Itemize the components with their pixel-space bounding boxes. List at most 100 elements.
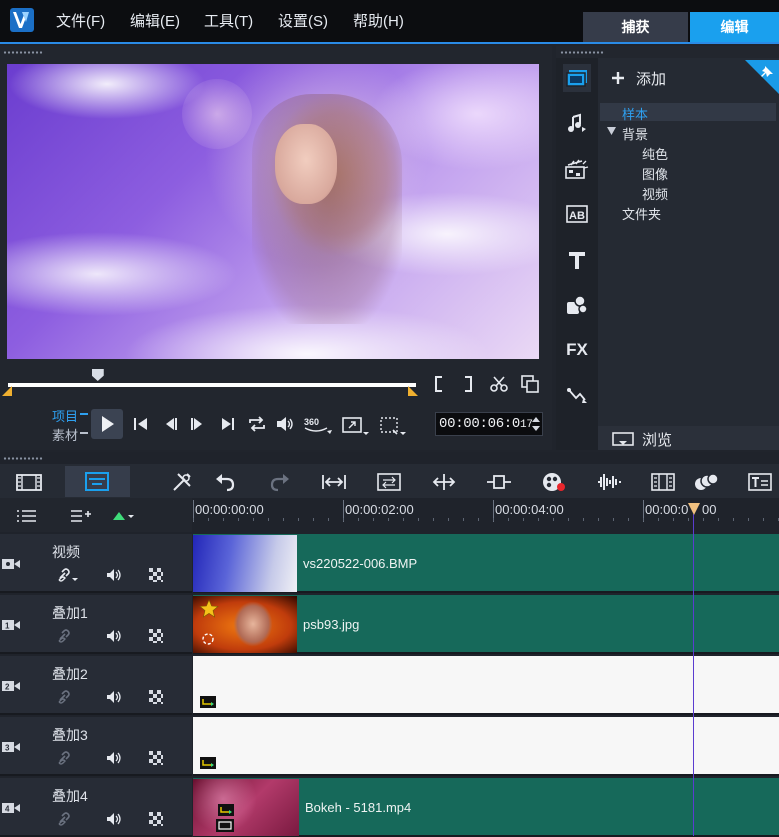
timeline-playhead[interactable] xyxy=(693,514,694,836)
transparency-icon[interactable] xyxy=(149,690,163,704)
play-button[interactable] xyxy=(91,409,123,439)
transparency-icon[interactable] xyxy=(149,812,163,826)
volume-icon[interactable] xyxy=(106,812,122,826)
mark-out-icon[interactable] xyxy=(462,376,474,392)
chapter-button[interactable] xyxy=(649,470,677,494)
svg-text:3: 3 xyxy=(5,744,10,753)
svg-text:1: 1 xyxy=(5,622,10,631)
transparency-icon[interactable] xyxy=(149,629,163,643)
storyboard-view-button[interactable] xyxy=(10,468,48,496)
mark-in-icon[interactable] xyxy=(433,376,445,392)
timeline-view-button[interactable] xyxy=(65,466,130,497)
track-header-overlay4[interactable]: 4 叠加4 xyxy=(0,778,192,837)
menu-tools[interactable]: 工具(T) xyxy=(204,10,253,31)
text-icon[interactable] xyxy=(563,246,591,274)
tab-capture[interactable]: 捕获 xyxy=(583,12,688,42)
menu-settings[interactable]: 设置(S) xyxy=(278,10,328,31)
tree-item-sample[interactable]: 样本 xyxy=(622,104,648,123)
transparency-icon[interactable] xyxy=(149,568,163,582)
music-icon[interactable] xyxy=(563,110,591,138)
path-icon[interactable] xyxy=(563,382,591,410)
volume-icon[interactable] xyxy=(106,629,122,643)
volume-icon[interactable] xyxy=(106,690,122,704)
link-icon[interactable] xyxy=(57,629,79,643)
transition-icon[interactable] xyxy=(563,155,591,183)
timecode-spin-icon[interactable] xyxy=(531,416,541,432)
timecode-value: 00:00:06:0 xyxy=(439,416,521,432)
menu-edit[interactable]: 编辑(E) xyxy=(130,10,180,31)
tree-collapse-icon[interactable] xyxy=(607,127,616,135)
redo-button[interactable] xyxy=(266,470,294,494)
repeat-icon[interactable] xyxy=(247,415,267,433)
link-icon[interactable] xyxy=(57,568,79,582)
crop-icon[interactable] xyxy=(380,417,408,437)
subtitle-button[interactable] xyxy=(746,470,774,494)
menu-help[interactable]: 帮助(H) xyxy=(353,10,404,31)
add-button[interactable]: 添加 xyxy=(610,66,666,90)
media-icon[interactable] xyxy=(563,64,591,92)
tree-item-solid-color[interactable]: 纯色 xyxy=(642,144,668,163)
tree-item-background[interactable]: 背景 xyxy=(622,124,648,143)
timecode-display[interactable]: 00:00:06:017 xyxy=(435,412,543,436)
preview-window[interactable] xyxy=(7,64,539,359)
track-header-overlay2[interactable]: 2 叠加2 xyxy=(0,656,192,715)
volume-icon[interactable] xyxy=(106,568,122,582)
track-lane-overlay2[interactable] xyxy=(193,656,779,715)
track-lane-video[interactable]: vs220522-006.BMP xyxy=(193,534,779,593)
step-back-icon[interactable] xyxy=(163,417,179,431)
expand-button[interactable] xyxy=(485,470,513,494)
tree-item-folder[interactable]: 文件夹 xyxy=(622,204,661,223)
track-manager-icon[interactable] xyxy=(16,508,38,524)
clip-thumbnail[interactable] xyxy=(193,535,297,592)
link-icon[interactable] xyxy=(57,812,79,826)
next-icon[interactable] xyxy=(220,417,236,431)
mode-project[interactable]: 项目 xyxy=(52,406,78,425)
add-label: 添加 xyxy=(636,70,667,88)
360-icon[interactable]: 360 xyxy=(302,413,332,437)
panel-grip[interactable] xyxy=(3,51,43,54)
menu-file[interactable]: 文件(F) xyxy=(56,10,105,31)
scrub-bar[interactable] xyxy=(8,383,416,387)
step-forward-icon[interactable] xyxy=(189,417,205,431)
clip-name: vs220522-006.BMP xyxy=(303,556,418,571)
track-header-overlay3[interactable]: 3 叠加3 xyxy=(0,717,192,776)
graphics-icon[interactable] xyxy=(563,291,591,319)
tools-button[interactable] xyxy=(168,470,196,494)
ripple-button[interactable] xyxy=(430,470,458,494)
previous-icon[interactable] xyxy=(133,417,149,431)
fx-icon[interactable]: FX xyxy=(563,336,591,364)
multi-camera-button[interactable] xyxy=(692,470,720,494)
record-button[interactable] xyxy=(540,470,568,494)
split-icon[interactable] xyxy=(489,375,509,393)
add-track-icon[interactable] xyxy=(69,508,91,524)
mode-clip[interactable]: 素材 xyxy=(52,425,78,444)
copy-icon[interactable] xyxy=(521,375,539,393)
clip-thumbnail[interactable] xyxy=(193,596,297,653)
audio-mixer-button[interactable] xyxy=(595,470,623,494)
track-header-video[interactable]: 视频 xyxy=(0,534,192,593)
title-icon[interactable]: AB xyxy=(563,200,591,228)
track-lane-overlay3[interactable] xyxy=(193,717,779,776)
volume-icon[interactable] xyxy=(106,751,122,765)
tree-item-image[interactable]: 图像 xyxy=(642,164,668,183)
undo-button[interactable] xyxy=(211,470,239,494)
track-lane-overlay1[interactable]: psb93.jpg xyxy=(193,595,779,654)
browse-button[interactable]: 浏览 xyxy=(612,429,672,450)
ripple-marker-icon[interactable] xyxy=(112,510,134,522)
track-header-overlay1[interactable]: 1 叠加1 xyxy=(0,595,192,654)
zoom-to-fit-button[interactable] xyxy=(375,470,403,494)
resize-icon[interactable] xyxy=(342,417,370,437)
tree-item-video[interactable]: 视频 xyxy=(642,184,668,203)
track-lane-overlay4[interactable]: Bokeh - 5181.mp4 xyxy=(193,778,779,837)
preview-light-flare xyxy=(182,79,252,149)
tab-edit[interactable]: 编辑 xyxy=(690,12,779,42)
timeline-grip[interactable] xyxy=(3,457,43,460)
link-icon[interactable] xyxy=(57,690,79,704)
clip-thumbnail[interactable] xyxy=(193,779,299,836)
link-icon[interactable] xyxy=(57,751,79,765)
library-grip[interactable] xyxy=(560,51,604,54)
transparency-icon[interactable] xyxy=(149,751,163,765)
clip-name: Bokeh - 5181.mp4 xyxy=(305,800,412,815)
fit-project-button[interactable] xyxy=(320,470,348,494)
volume-icon[interactable] xyxy=(275,415,295,433)
